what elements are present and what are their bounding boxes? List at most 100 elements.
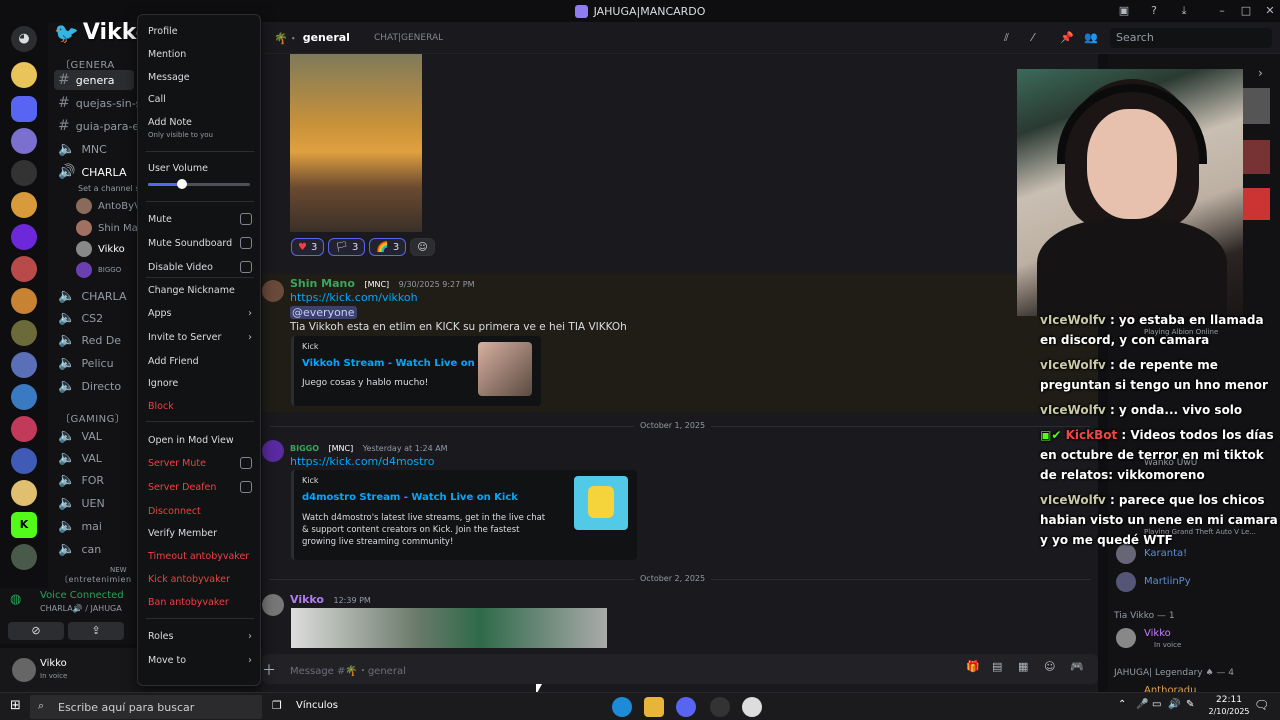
avatar[interactable] — [1116, 628, 1136, 648]
author-name[interactable]: Vikko — [290, 593, 324, 606]
embed-thumbnail[interactable] — [574, 476, 628, 530]
threads-icon[interactable]: ⫽ — [1004, 31, 1009, 45]
app-icon[interactable] — [742, 697, 762, 717]
member-name[interactable]: Vikko — [1144, 628, 1171, 639]
avatar[interactable] — [1116, 572, 1136, 592]
windows-start-icon[interactable]: ⊞ — [10, 698, 21, 713]
menu-server-deafen[interactable]: Server Deafen — [148, 477, 252, 497]
voice-channel-for[interactable]: 🔈 FOR — [58, 470, 104, 490]
voice-user[interactable]: Shin Man — [76, 220, 144, 236]
menu-mute-soundboard[interactable]: Mute Soundboard — [148, 233, 252, 253]
voice-user[interactable]: AntoByVa — [76, 198, 146, 214]
checkbox[interactable] — [240, 481, 252, 493]
chevron-right-icon[interactable]: › — [1258, 66, 1263, 80]
clock-time[interactable]: 22:11 — [1206, 695, 1252, 705]
channel-mnc[interactable]: 🔈 MNC — [58, 139, 107, 159]
category-entretenimiento[interactable]: 〔entretenimien — [60, 574, 132, 585]
message-image[interactable] — [291, 608, 607, 648]
server-icon[interactable] — [11, 288, 37, 314]
voice-channel-charla-2[interactable]: 🔈 CHARLA — [58, 286, 126, 306]
menu-mention[interactable]: Mention — [148, 44, 252, 64]
menu-server-mute[interactable]: Server Mute — [148, 453, 252, 473]
menu-message[interactable]: Message — [148, 67, 252, 87]
links-toolbar[interactable]: Vínculos — [296, 700, 338, 711]
menu-change-nickname[interactable]: Change Nickname — [148, 280, 252, 300]
author-name[interactable]: Shin Mano — [290, 277, 355, 290]
notifications-icon[interactable]: ⁄ — [1032, 31, 1034, 44]
voice-channel-cs2[interactable]: 🔈 CS2 — [58, 308, 103, 328]
volume-icon[interactable]: 🔊 — [1168, 699, 1180, 710]
checkbox[interactable] — [240, 237, 252, 249]
server-icon[interactable] — [11, 448, 37, 474]
notification-icon[interactable]: 🗨 — [1254, 698, 1269, 712]
voice-channel-name[interactable]: CHARLA🔊 / JAHUGA — [40, 604, 122, 613]
sunset-image[interactable] — [290, 54, 422, 232]
volume-slider[interactable] — [148, 179, 250, 189]
channel-quejas[interactable]: # quejas-sin-se — [58, 93, 148, 113]
voice-user[interactable]: Vikko — [76, 241, 125, 257]
avatar[interactable] — [12, 658, 36, 682]
server-icon[interactable] — [11, 192, 37, 218]
avatar[interactable] — [262, 440, 284, 462]
menu-profile[interactable]: Profile — [148, 21, 252, 41]
checkbox[interactable] — [240, 261, 252, 273]
voice-channel-directo[interactable]: 🔈 Directo — [58, 376, 121, 396]
signal-icon[interactable]: ◍ — [10, 592, 21, 607]
voice-channel-red[interactable]: 🔈 Red De — [58, 330, 121, 350]
network-icon[interactable]: ▭ — [1152, 699, 1161, 710]
channel-topic[interactable]: CHAT|GENERAL — [374, 33, 443, 43]
menu-ignore[interactable]: Ignore — [148, 373, 252, 393]
voice-channel-uen[interactable]: 🔈 UEN — [58, 493, 105, 513]
inbox-icon[interactable]: ▣ — [1112, 0, 1136, 22]
task-view-icon[interactable]: ❐ — [272, 699, 282, 712]
voice-channel-val[interactable]: 🔈 VAL — [58, 426, 102, 446]
maximize-icon[interactable]: □ — [1234, 0, 1258, 22]
voice-channel-mai[interactable]: 🔈 mai — [58, 516, 102, 536]
clock-date[interactable]: 2/10/2025 — [1206, 707, 1252, 716]
menu-move-to[interactable]: Move to › — [148, 650, 252, 670]
avatar[interactable] — [1242, 88, 1270, 124]
minimize-icon[interactable]: – — [1210, 0, 1234, 22]
server-icon[interactable] — [11, 160, 37, 186]
channel-general[interactable]: # genera — [54, 70, 134, 90]
checkbox[interactable] — [240, 213, 252, 225]
avatar[interactable] — [262, 280, 284, 302]
voice-channel-val-2[interactable]: 🔈 VAL — [58, 448, 102, 468]
voice-channel-peliculas[interactable]: 🔈 Pelicu — [58, 353, 114, 373]
reaction[interactable]: ♥ 3 — [291, 238, 325, 256]
message-link[interactable]: https://kick.com/d4mostro — [290, 455, 434, 468]
menu-invite-to-server[interactable]: Invite to Server › — [148, 327, 252, 347]
tray-overflow-icon[interactable]: ⌃ — [1118, 699, 1126, 710]
add-reaction-icon[interactable]: ☺ — [410, 238, 435, 256]
pen-icon[interactable]: ✎ — [1186, 699, 1194, 710]
activities-icon[interactable]: 🎮 — [1070, 660, 1084, 673]
screen-share-button[interactable]: ⇪ — [68, 622, 124, 640]
help-icon[interactable]: ? — [1142, 0, 1166, 22]
category-general[interactable]: 〔GENERA — [60, 56, 115, 71]
message-link[interactable]: https://kick.com/vikkoh — [290, 291, 418, 304]
taskbar-search[interactable]: ⌕ Escribe aquí para buscar — [30, 695, 262, 719]
download-icon[interactable]: ⤓ — [1172, 0, 1196, 22]
embed-title[interactable]: d4mostro Stream - Watch Live on Kick — [302, 492, 518, 503]
embed-title[interactable]: Vikkoh Stream - Watch Live on Kick — [302, 358, 502, 369]
menu-verify-member[interactable]: Verify Member — [148, 523, 252, 543]
server-icon[interactable] — [11, 384, 37, 410]
server-icon[interactable] — [11, 224, 37, 250]
server-icon[interactable] — [11, 544, 37, 570]
discord-home-icon[interactable]: ◕ — [11, 26, 37, 52]
member-list-icon[interactable]: 👥 — [1084, 31, 1098, 44]
menu-timeout[interactable]: Timeout antobyvaker — [148, 546, 252, 566]
menu-apps[interactable]: Apps › — [148, 303, 252, 323]
avatar[interactable] — [262, 594, 284, 616]
volume-slider-handle[interactable] — [176, 179, 187, 189]
message-input[interactable]: ＋ Message #🌴・general 🎁 ▤ ▦ ☺ 🎮 — [262, 654, 1098, 684]
menu-kick[interactable]: Kick antobyvaker — [148, 569, 252, 589]
file-explorer-icon[interactable] — [644, 697, 664, 717]
server-icon[interactable] — [11, 416, 37, 442]
checkbox[interactable] — [240, 457, 252, 469]
menu-block[interactable]: Block — [148, 396, 252, 416]
microphone-icon[interactable]: 🎤 — [1136, 699, 1148, 710]
menu-mute[interactable]: Mute — [148, 209, 252, 229]
category-gaming[interactable]: 〔GAMING〕 — [60, 410, 125, 425]
edge-icon[interactable] — [612, 697, 632, 717]
